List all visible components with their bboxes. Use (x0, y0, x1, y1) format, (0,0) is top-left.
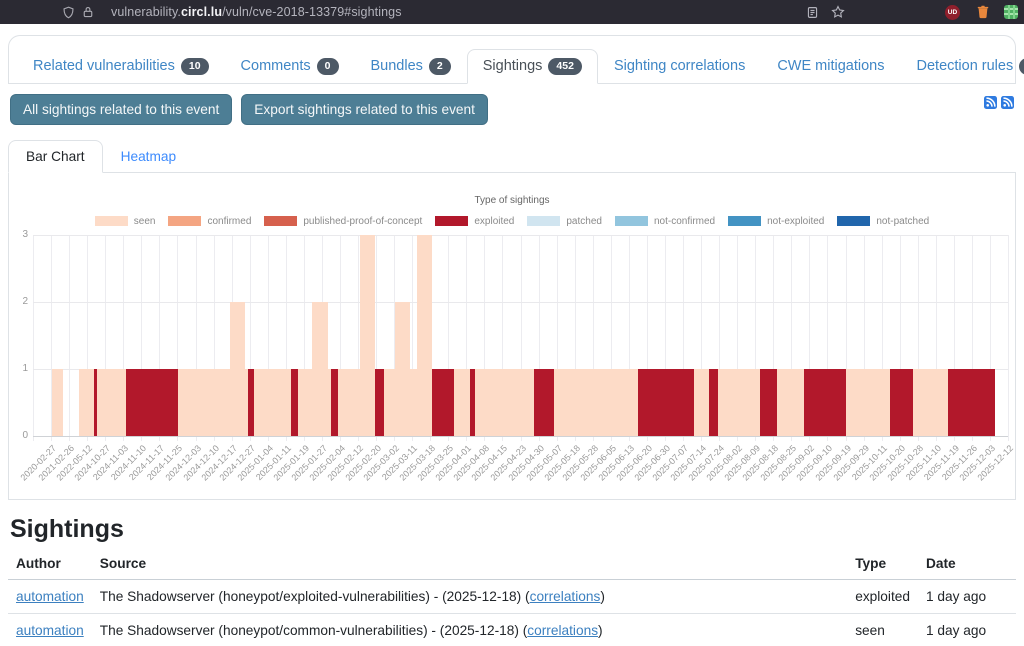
sightings-heading: Sightings (10, 515, 1014, 544)
tab-detection-rules[interactable]: Detection rules3 (901, 49, 1024, 84)
reader-view-icon[interactable] (806, 0, 819, 24)
bar-exploited (291, 369, 298, 436)
table-row: automation The Shadowserver (honeypot/co… (8, 613, 1016, 646)
col-date: Date (918, 548, 1016, 580)
col-author: Author (8, 548, 92, 580)
bar-seen (338, 369, 360, 436)
actions-row: All sightings related to this event Expo… (10, 94, 1014, 125)
tab-sighting-correlations[interactable]: Sighting correlations (598, 49, 761, 84)
bar-seen (395, 302, 410, 436)
sighting-date: 1 day ago (918, 579, 1016, 613)
legend-confirmed: confirmed (168, 216, 251, 227)
count-badge: 0 (317, 58, 339, 75)
chart-legend: seen confirmed published-proof-of-concept e… (9, 216, 1015, 227)
bar-seen (312, 302, 328, 436)
legend-exploited: exploited (435, 216, 514, 227)
bar-exploited (432, 369, 454, 436)
chart-title: Type of sightings (9, 195, 1015, 206)
legend-not-confirmed: not-confirmed (615, 216, 715, 227)
bar-seen (230, 302, 245, 436)
browser-chrome: vulnerability.circl.lu/vuln/cve-2018-133… (0, 0, 1024, 24)
legend-not-patched: not-patched (837, 216, 929, 227)
legend-patched: patched (527, 216, 602, 227)
bar-seen (417, 235, 432, 436)
bar-seen (178, 369, 230, 436)
author-link[interactable]: automation (16, 623, 84, 638)
atom-feed-icon[interactable] (1001, 96, 1014, 114)
table-row: automation The Shadowserver (honeypot/ex… (8, 579, 1016, 613)
bar-seen (410, 369, 417, 436)
bar-seen (360, 235, 375, 436)
tab-bundles[interactable]: Bundles2 (355, 49, 467, 84)
tab-cwe-mitigations[interactable]: CWE mitigations (761, 49, 900, 84)
correlations-link[interactable]: correlations (527, 623, 598, 638)
tab-heatmap[interactable]: Heatmap (103, 140, 195, 173)
sightings-table: Author Source Type Date automation The S… (8, 548, 1016, 646)
sightings-bar-chart: Type of sightings seen confirmed published… (8, 173, 1016, 500)
tab-comments[interactable]: Comments0 (225, 49, 355, 84)
ublock-extension-icon[interactable]: UD (945, 0, 960, 24)
bar-seen (694, 369, 709, 436)
author-link[interactable]: automation (16, 589, 84, 604)
all-sightings-button[interactable]: All sightings related to this event (10, 94, 232, 125)
sighting-date: 1 day ago (918, 613, 1016, 646)
url-text: vulnerability.circl.lu/vuln/cve-2018-133… (111, 5, 402, 19)
y-axis-tick: 2 (9, 296, 28, 307)
bar-exploited (331, 369, 338, 436)
count-badge: 452 (548, 58, 582, 75)
bar-exploited (638, 369, 694, 436)
bar-seen (454, 369, 470, 436)
bar-seen (913, 369, 948, 436)
count-badge: 3 (1019, 58, 1024, 75)
bar-exploited (760, 369, 777, 436)
bar-exploited (534, 369, 554, 436)
y-axis-tick: 0 (9, 430, 28, 441)
bookmark-star-icon[interactable] (831, 0, 845, 24)
shield-icon[interactable] (62, 6, 75, 19)
legend-published-proof-of-concept: published-proof-of-concept (264, 216, 422, 227)
chart-card: Bar Chart Heatmap Type of sightings seen… (8, 140, 1016, 500)
col-type: Type (847, 548, 918, 580)
y-axis-tick: 3 (9, 229, 28, 240)
bar-exploited (375, 369, 384, 436)
bar-exploited (804, 369, 846, 436)
bar-seen (97, 369, 126, 436)
legend-seen: seen (95, 216, 156, 227)
count-badge: 10 (181, 58, 209, 75)
sighting-type: exploited (847, 579, 918, 613)
count-badge: 2 (429, 58, 451, 75)
bar-exploited (890, 369, 913, 436)
bar-seen (384, 369, 395, 436)
main-tab-bar: Related vulnerabilities10 Comments0 Bund… (8, 35, 1016, 84)
sighting-type: seen (847, 613, 918, 646)
legend-not-exploited: not-exploited (728, 216, 824, 227)
tab-bar-chart[interactable]: Bar Chart (8, 140, 103, 173)
url-bar[interactable]: vulnerability.circl.lu/vuln/cve-2018-133… (62, 5, 402, 19)
y-axis-tick: 1 (9, 363, 28, 374)
col-source: Source (92, 548, 847, 580)
export-sightings-button[interactable]: Export sightings related to this event (241, 94, 488, 125)
grid-extension-icon[interactable] (1004, 0, 1018, 24)
bar-seen (298, 369, 312, 436)
bar-seen (718, 369, 760, 436)
trash-extension-icon[interactable] (976, 0, 990, 24)
bar-seen (52, 369, 63, 436)
correlations-link[interactable]: correlations (530, 589, 601, 604)
bar-exploited (126, 369, 178, 436)
tab-related-vulnerabilities[interactable]: Related vulnerabilities10 (17, 49, 225, 84)
bar-exploited (948, 369, 995, 436)
bar-seen (554, 369, 638, 436)
bar-seen (475, 369, 534, 436)
lock-icon[interactable] (82, 6, 94, 18)
bar-seen (777, 369, 804, 436)
bar-seen (846, 369, 890, 436)
bar-seen (254, 369, 291, 436)
rss-feed-icon[interactable] (984, 96, 997, 114)
bar-exploited (709, 369, 718, 436)
tab-sightings[interactable]: Sightings452 (467, 49, 598, 84)
bar-seen (79, 369, 94, 436)
